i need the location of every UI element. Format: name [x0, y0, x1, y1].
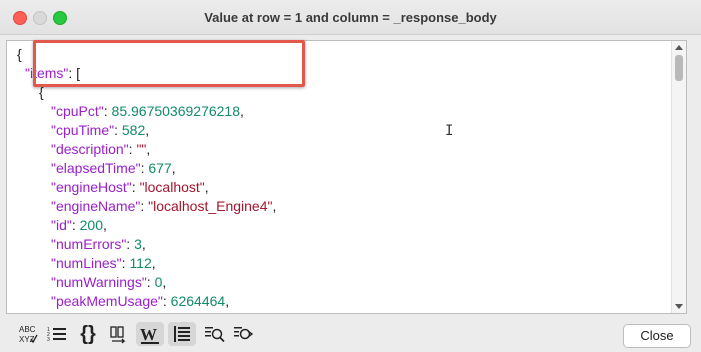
scroll-up-arrow-icon[interactable]: [675, 45, 683, 50]
vertical-scrollbar[interactable]: [671, 41, 686, 313]
word-wrap-icon[interactable]: W: [136, 322, 164, 346]
json-punctuation: ,: [204, 179, 209, 195]
json-punctuation: ,: [162, 274, 167, 290]
json-value: 3: [134, 236, 142, 252]
json-punctuation: ,: [185, 312, 189, 313]
json-value: 582: [121, 122, 146, 138]
scroll-thumb[interactable]: [675, 55, 683, 81]
code-line: "engineHost": "localhost",: [17, 178, 276, 197]
json-key: "cpuTime": [51, 122, 115, 138]
json-punctuation: ,: [141, 236, 146, 252]
close-button[interactable]: Close: [623, 324, 691, 348]
highlight-box: [33, 40, 305, 87]
format-icon[interactable]: [108, 322, 130, 346]
svg-text:3: 3: [47, 337, 50, 343]
code-line: "elapsedTime": 677,: [17, 159, 276, 178]
json-key: "cpuPct": [51, 103, 104, 119]
find-icon[interactable]: [203, 322, 227, 346]
json-value: 677: [148, 160, 172, 176]
json-key: "id": [51, 217, 72, 233]
json-key: "description": [51, 141, 129, 157]
json-punctuation: :: [71, 217, 80, 233]
json-punctuation: :: [131, 179, 140, 195]
text-cursor-icon: I: [445, 123, 454, 139]
json-value: 200: [79, 217, 103, 233]
braces-icon[interactable]: {}: [75, 322, 101, 346]
window-title: Value at row = 1 and column = _response_…: [204, 10, 497, 25]
json-value: "": [136, 141, 147, 157]
json-punctuation: ,: [171, 160, 176, 176]
code-line: "peakMemUsage": 6264464,: [17, 292, 276, 311]
json-punctuation: ,: [102, 217, 107, 233]
json-punctuation: :: [103, 103, 112, 119]
json-punctuation: :: [126, 236, 135, 252]
json-key: "engineHost": [51, 179, 132, 195]
json-punctuation: ,: [146, 141, 151, 157]
json-value: "localhost": [139, 179, 205, 195]
code-line: "numErrors": 3,: [17, 235, 276, 254]
json-punctuation: ,: [225, 293, 230, 309]
value-viewer-window: Value at row = 1 and column = _response_…: [0, 0, 701, 352]
json-punctuation: :: [146, 274, 155, 290]
json-key: "peakMemUsage": [51, 293, 163, 309]
json-punctuation: ,: [151, 255, 156, 271]
title-bar: Value at row = 1 and column = _response_…: [0, 0, 701, 35]
find-next-icon[interactable]: [232, 322, 256, 346]
json-value: 85.96750369276218: [111, 103, 240, 119]
svg-text:XYZ: XYZ: [19, 335, 35, 344]
json-key: "numWarnings": [51, 274, 147, 290]
line-numbers-icon[interactable]: [168, 322, 196, 346]
json-punctuation: ,: [272, 198, 277, 214]
json-value: 6264464: [170, 293, 226, 309]
json-value: 112: [129, 255, 152, 271]
code-line: "numWarnings": 0,: [17, 273, 276, 292]
scroll-down-arrow-icon[interactable]: [675, 304, 683, 309]
code-line: "cpuPct": 85.96750369276218,: [17, 102, 276, 121]
json-punctuation: :: [140, 198, 149, 214]
json-punctuation: ,: [145, 122, 150, 138]
svg-text:ABC: ABC: [19, 325, 36, 334]
list-icon[interactable]: 123: [46, 322, 68, 346]
json-key: "numLines": [51, 255, 122, 271]
json-key: "elapsedTime": [51, 160, 141, 176]
json-punctuation: :: [162, 293, 171, 309]
code-line: "description": "",: [17, 140, 276, 159]
json-key: "engineName": [51, 198, 141, 214]
code-line: "engineName": "localhost_Engine4",: [17, 197, 276, 216]
code-line: "repository": "Utilities",: [17, 311, 276, 313]
code-line: "id": 200,: [17, 216, 276, 235]
code-line: "cpuTime": 582,: [17, 121, 276, 140]
json-key: "numErrors": [51, 236, 127, 252]
json-value: "Utilities": [130, 312, 185, 313]
bottom-toolbar: ABC XYZ 123 {} W Close: [0, 318, 701, 352]
json-punctuation: ,: [240, 103, 244, 119]
json-key: "repository": [51, 312, 122, 313]
json-value: "localhost_Engine4": [148, 198, 273, 214]
code-line: "numLines": 112,: [17, 254, 276, 273]
svg-text:W: W: [140, 325, 157, 344]
spell-check-icon[interactable]: ABC XYZ: [17, 322, 39, 346]
json-punctuation: {: [17, 46, 22, 62]
json-punctuation: :: [114, 122, 122, 138]
